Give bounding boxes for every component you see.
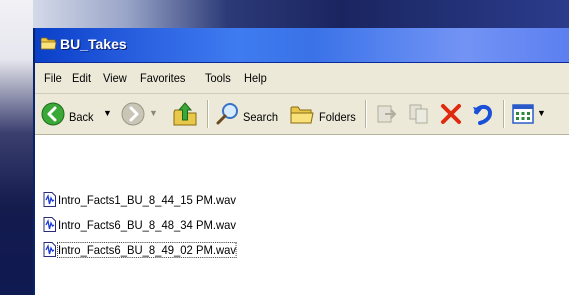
folders-icon bbox=[290, 106, 314, 124]
copy-to-button[interactable] bbox=[405, 98, 433, 130]
search-icon bbox=[216, 103, 238, 125]
views-dropdown-icon[interactable]: ▼ bbox=[537, 108, 546, 118]
up-folder-icon bbox=[173, 102, 197, 126]
window-title: BU_Takes bbox=[60, 36, 127, 52]
delete-button[interactable] bbox=[437, 98, 465, 130]
back-dropdown-icon[interactable]: ▼ bbox=[103, 108, 112, 118]
move-to-button[interactable] bbox=[373, 98, 401, 130]
list-item[interactable]: Intro_Facts6_BU_8_49_02 PM.wav bbox=[43, 241, 247, 258]
wav-audio-file-icon bbox=[43, 217, 56, 232]
move-to-icon bbox=[377, 105, 397, 123]
search-label: Search bbox=[243, 110, 278, 124]
title-bar[interactable]: BU_Takes bbox=[35, 28, 569, 63]
toolbar-separator bbox=[365, 100, 367, 128]
search-button[interactable]: Search bbox=[213, 98, 283, 130]
back-arrow-icon bbox=[41, 102, 65, 126]
file-name: Intro_Facts1_BU_8_44_15 PM.wav bbox=[58, 192, 237, 207]
list-item[interactable]: Intro_Facts6_BU_8_48_34 PM.wav bbox=[43, 216, 247, 233]
list-item[interactable]: Intro_Facts1_BU_8_44_15 PM.wav bbox=[43, 191, 247, 208]
menu-favorites[interactable]: Favorites bbox=[140, 71, 185, 85]
folders-label: Folders bbox=[319, 110, 356, 124]
delete-icon bbox=[441, 104, 461, 124]
desktop-left-strip bbox=[0, 0, 33, 295]
copy-to-icon bbox=[409, 104, 428, 124]
back-label: Back bbox=[69, 110, 94, 124]
menu-file[interactable]: File bbox=[44, 71, 62, 85]
menu-bar: File Edit View Favorites Tools Help bbox=[35, 63, 569, 94]
toolbar-separator bbox=[207, 100, 209, 128]
file-list[interactable]: Intro_Facts1_BU_8_44_15 PM.wav Intro_Fac… bbox=[35, 135, 569, 295]
folders-button[interactable]: Folders bbox=[287, 98, 361, 130]
folder-icon bbox=[41, 37, 57, 50]
forward-button[interactable]: ▼ bbox=[121, 98, 161, 130]
menu-tools[interactable]: Tools bbox=[205, 71, 231, 85]
wav-audio-file-icon bbox=[43, 242, 56, 257]
file-name: Intro_Facts6_BU_8_48_34 PM.wav bbox=[58, 217, 237, 232]
back-button[interactable]: Back ▼ bbox=[39, 98, 117, 130]
menu-edit[interactable]: Edit bbox=[72, 71, 91, 85]
menu-view[interactable]: View bbox=[103, 71, 127, 85]
forward-arrow-icon bbox=[121, 102, 145, 126]
explorer-window: BU_Takes File Edit View Favorites Tools … bbox=[33, 28, 569, 295]
wav-audio-file-icon bbox=[43, 192, 56, 207]
undo-icon bbox=[473, 104, 493, 125]
toolbar: Back ▼ ▼ Search Folders ▼ bbox=[35, 94, 569, 135]
views-button[interactable]: ▼ bbox=[509, 98, 553, 130]
file-name: Intro_Facts6_BU_8_49_02 PM.wav bbox=[57, 241, 238, 258]
menu-help[interactable]: Help bbox=[244, 71, 267, 85]
forward-dropdown-icon[interactable]: ▼ bbox=[149, 108, 158, 118]
toolbar-separator bbox=[503, 100, 505, 128]
undo-button[interactable] bbox=[469, 98, 497, 130]
views-icon bbox=[512, 104, 534, 124]
up-folder-button[interactable] bbox=[169, 98, 201, 130]
desktop-top-strip bbox=[0, 0, 569, 28]
